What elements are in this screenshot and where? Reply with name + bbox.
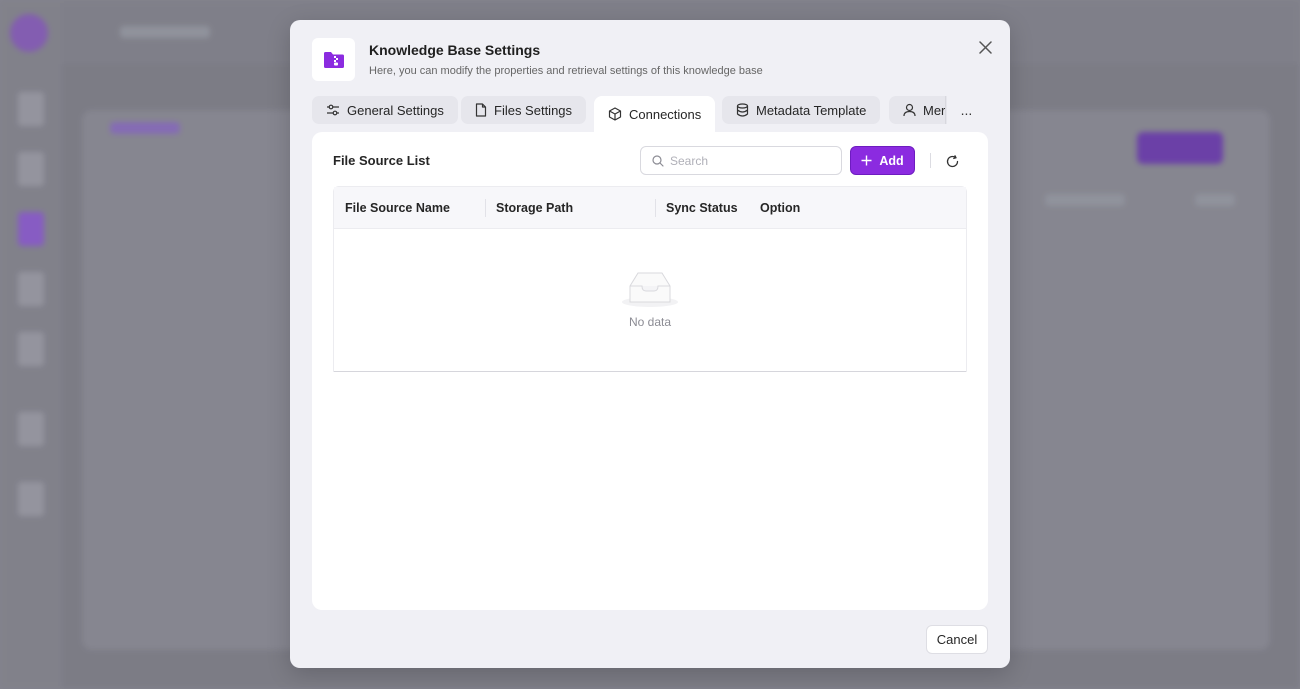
tab-label: Connections: [629, 106, 702, 122]
plus-icon: [861, 155, 872, 166]
tab-general-settings[interactable]: General Settings: [312, 96, 458, 124]
knowledge-base-settings-modal: Knowledge Base Settings Here, you can mo…: [290, 20, 1010, 668]
more-icon: ...: [960, 102, 973, 118]
toolbar-divider: [930, 153, 931, 168]
empty-state: No data: [334, 229, 966, 371]
table-header: File Source Name Storage Path Sync Statu…: [334, 187, 966, 229]
cube-icon: [608, 107, 622, 121]
column-divider: [485, 199, 486, 217]
column-header-file-source-name[interactable]: File Source Name: [345, 187, 450, 229]
column-header-sync-status[interactable]: Sync Status: [666, 187, 738, 229]
empty-inbox-icon: [622, 272, 678, 307]
connections-panel: File Source List Add File Source Name: [312, 132, 988, 610]
modal-description: Here, you can modify the properties and …: [369, 65, 763, 77]
user-icon: [903, 103, 916, 117]
tab-label: General Settings: [347, 102, 444, 118]
tab-label: Mer: [923, 102, 946, 118]
tab-files-settings[interactable]: Files Settings: [461, 96, 587, 124]
file-source-list-title: File Source List: [333, 153, 430, 168]
cancel-button[interactable]: Cancel: [926, 625, 988, 654]
settings-tabs: General Settings Files Settings Connecti…: [312, 96, 947, 132]
search-input[interactable]: [670, 153, 830, 168]
tab-members[interactable]: Mer: [889, 96, 947, 124]
file-source-table: File Source Name Storage Path Sync Statu…: [333, 186, 967, 372]
close-icon: [978, 40, 992, 54]
search-box[interactable]: [640, 146, 842, 175]
column-header-option: Option: [760, 201, 801, 215]
column-header-storage-path[interactable]: Storage Path: [496, 187, 573, 229]
table-bottom-border: [334, 371, 966, 372]
folder-zip-icon: [312, 38, 355, 81]
add-button-label: Add: [879, 153, 904, 168]
close-button[interactable]: [974, 36, 996, 58]
column-divider: [655, 199, 656, 217]
search-icon: [652, 154, 664, 167]
modal-title: Knowledge Base Settings: [369, 42, 541, 58]
tabs-more-button[interactable]: ...: [945, 96, 987, 124]
tab-label: Metadata Template: [756, 102, 867, 118]
tab-label: Files Settings: [494, 102, 573, 118]
tab-metadata-template[interactable]: Metadata Template: [722, 96, 881, 124]
refresh-icon: [946, 154, 958, 167]
refresh-button[interactable]: [942, 151, 962, 171]
sliders-icon: [327, 104, 339, 116]
empty-text: No data: [628, 315, 672, 329]
add-button[interactable]: Add: [850, 146, 915, 175]
database-icon: [736, 103, 749, 117]
file-icon: [475, 103, 487, 117]
tab-connections[interactable]: Connections: [594, 96, 716, 132]
